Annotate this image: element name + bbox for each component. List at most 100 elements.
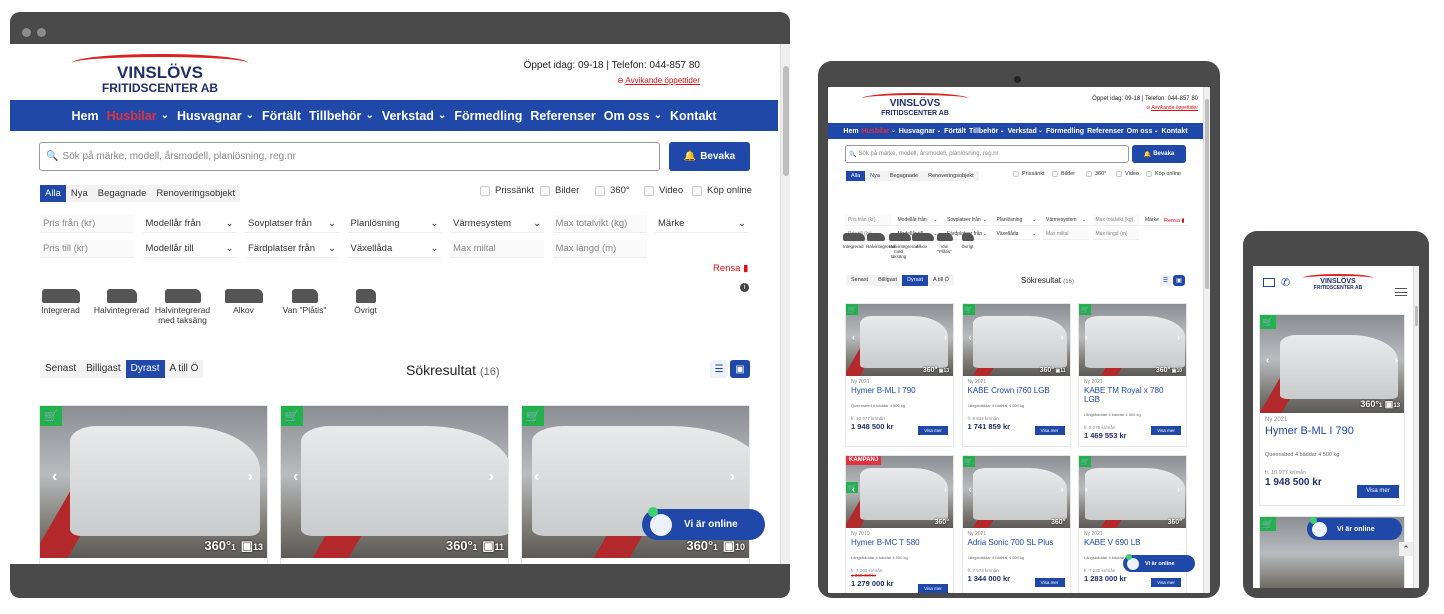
- nav-item-3[interactable]: Förtält: [262, 109, 301, 123]
- tablet-next-arrow[interactable]: ›: [944, 332, 947, 342]
- tablet-nav-item-3[interactable]: Förtält: [944, 128, 966, 135]
- tablet-visa-mer-button[interactable]: Visa mer: [1151, 578, 1181, 587]
- next-arrow[interactable]: ›: [248, 468, 253, 486]
- tablet-next-arrow[interactable]: ›: [1177, 484, 1180, 494]
- filter-0-3[interactable]: Planlösning ⌄: [347, 215, 442, 233]
- condition-tab-3[interactable]: Renoveringsobjekt: [151, 185, 241, 202]
- checkbox[interactable]: [644, 185, 654, 196]
- listing-photo[interactable]: 🛒 ‹ › 360°1 ▣11: [281, 406, 508, 558]
- list-view-button[interactable]: ☰: [710, 360, 728, 378]
- listing-photo[interactable]: 🛒 ‹ › 360°1 ▣13: [40, 406, 267, 558]
- sort-tab-1[interactable]: Billigast: [81, 360, 126, 378]
- filter-0-2[interactable]: Sovplatser från ⌄: [245, 215, 339, 233]
- check-0[interactable]: Prissänkt: [480, 185, 534, 196]
- tablet-nav-item-9[interactable]: Kontakt: [1162, 128, 1188, 135]
- tablet-nav-item-1[interactable]: Husbilar: [862, 128, 890, 135]
- tablet-prev-arrow[interactable]: ‹: [852, 484, 855, 494]
- tablet-filter-0-3[interactable]: Planlösning ⌄: [993, 215, 1040, 226]
- filter-1-1[interactable]: Modellår till ⌄: [142, 240, 237, 258]
- phone-chat-widget[interactable]: Vi är online: [1307, 516, 1402, 540]
- tablet-sort-tab-2[interactable]: Dyrast: [902, 275, 928, 286]
- tablet-checkbox[interactable]: [1052, 171, 1058, 177]
- mail-icon[interactable]: [1263, 278, 1275, 287]
- tablet-filter-1-3[interactable]: Växellåda ⌄: [993, 229, 1040, 240]
- filter-0-0[interactable]: Pris från (kr): [40, 215, 134, 233]
- check-2[interactable]: 360°: [595, 185, 630, 196]
- hamburger-menu-icon[interactable]: [1395, 288, 1407, 296]
- next-arrow[interactable]: ›: [489, 468, 494, 486]
- tablet-checkbox[interactable]: [1146, 171, 1152, 177]
- tablet-nav-item-2[interactable]: Husvagnar: [899, 128, 935, 135]
- tablet-prev-arrow[interactable]: ‹: [969, 484, 972, 494]
- check-4[interactable]: Köp online: [692, 185, 752, 196]
- vehicle-type-1[interactable]: Halvintegrerad: [93, 289, 150, 316]
- tablet-check-1[interactable]: Bilder: [1052, 171, 1075, 177]
- phone-icon[interactable]: ✆: [1281, 276, 1290, 289]
- listing-card[interactable]: 🛒 ‹ › 360°1 ▣11: [280, 405, 509, 564]
- tablet-listing-photo[interactable]: 🛒 ‹ › 360° ▣10: [1079, 304, 1186, 376]
- nav-item-4[interactable]: Tillbehör: [309, 109, 362, 123]
- listing-card[interactable]: 🛒 ‹ › 360°1 ▣10: [521, 405, 750, 564]
- site-logo[interactable]: VINSLÖVS FRITIDSCENTER AB: [72, 54, 252, 94]
- filter-0-4[interactable]: Värmesystem ⌄: [450, 215, 544, 233]
- tablet-filter-1-4[interactable]: Max miltal: [1043, 229, 1089, 240]
- tablet-card-title[interactable]: Hymer B-MC T 580: [851, 538, 948, 547]
- filter-0-5[interactable]: Max totalvikt (kg): [552, 215, 647, 233]
- tablet-listing-photo[interactable]: 🛒 ‹ › 360° ▣13: [846, 304, 953, 376]
- tablet-prev-arrow[interactable]: ‹: [969, 332, 972, 342]
- tablet-listing-photo[interactable]: 🛒 ‹ › 360°: [1079, 456, 1186, 528]
- nav-item-9[interactable]: Kontakt: [670, 109, 717, 123]
- check-1[interactable]: Bilder: [540, 185, 579, 196]
- tablet-card-title[interactable]: KABE V 690 LB: [1084, 538, 1181, 547]
- tablet-prev-arrow[interactable]: ‹: [1085, 332, 1088, 342]
- listing-card[interactable]: 🛒 ‹ › 360°1 ▣13: [39, 405, 268, 564]
- nav-item-5[interactable]: Verkstad: [382, 109, 434, 123]
- tablet-visa-mer-button[interactable]: Visa mer: [1151, 426, 1181, 435]
- tablet-visa-mer-button[interactable]: Visa mer: [1034, 578, 1065, 587]
- tablet-visa-mer-button[interactable]: Visa mer: [918, 426, 948, 435]
- prev-arrow[interactable]: ‹: [52, 468, 57, 486]
- sort-tab-0[interactable]: Senast: [40, 360, 82, 378]
- phone-card-title[interactable]: Hymer B-ML I 790: [1265, 425, 1399, 437]
- tablet-card-title[interactable]: KABE Crown i760 LGB: [968, 386, 1065, 395]
- prev-arrow[interactable]: ‹: [293, 468, 298, 486]
- tablet-vehicle-type-5[interactable]: Övrigt: [958, 233, 977, 249]
- condition-tab-0[interactable]: Alla: [40, 185, 66, 202]
- tablet-nav-item-6[interactable]: Förmedling: [1046, 128, 1084, 135]
- tablet-listing-photo[interactable]: 🛒 KAMPANJ ‹ › 360°: [846, 456, 953, 528]
- tablet-check-2[interactable]: 360°: [1086, 171, 1106, 177]
- tablet-check-4[interactable]: Köp online: [1146, 171, 1181, 177]
- tablet-deviating-link[interactable]: Avvikande öppettider: [1151, 105, 1198, 111]
- phone-listing-card[interactable]: 🛒 ‹ › 360°1 ▣13 Ny 2021 Hymer B-ML I 790…: [1259, 314, 1405, 506]
- phone-next-arrow[interactable]: ›: [1395, 355, 1398, 366]
- filter-1-5[interactable]: Max längd (m): [552, 240, 647, 258]
- tablet-bevaka-button[interactable]: 🔔 Bevaka: [1132, 145, 1186, 163]
- bevaka-button[interactable]: 🔔 Bevaka: [669, 142, 750, 171]
- rensa-button[interactable]: Rensa ▮: [713, 263, 748, 274]
- tablet-vehicle-type-1[interactable]: Halvintegrerad: [866, 233, 895, 249]
- tablet-scrollbar[interactable]: [1203, 87, 1210, 593]
- tablet-visa-mer-button[interactable]: Visa mer: [1034, 426, 1065, 435]
- tablet-nav-item-5[interactable]: Verkstad: [1008, 128, 1037, 135]
- vehicle-type-2[interactable]: Halvintegrerad med taksäng: [154, 289, 211, 326]
- filter-0-1[interactable]: Modellår från ⌄: [142, 215, 237, 233]
- tablet-check-0[interactable]: Prissänkt: [1013, 171, 1045, 177]
- grid-view-button[interactable]: ▣: [730, 360, 750, 378]
- tablet-next-arrow[interactable]: ›: [1061, 484, 1064, 494]
- tablet-filter-0-1[interactable]: Modellår från ⌄: [894, 215, 941, 226]
- tablet-listing-card[interactable]: 🛒 ‹ › 360° ▣13 Ny 2021 Hymer B-ML I 790 Queens…: [845, 303, 954, 447]
- tablet-nav-item-4[interactable]: Tillbehör: [969, 128, 998, 135]
- tablet-sort-tab-3[interactable]: A till Ö: [927, 275, 954, 286]
- tablet-visa-mer-button[interactable]: Visa mer: [918, 584, 948, 593]
- tablet-checkbox[interactable]: [1086, 171, 1092, 177]
- checkbox[interactable]: [540, 185, 550, 196]
- nav-item-0[interactable]: Hem: [71, 109, 98, 123]
- tablet-listing-card[interactable]: 🛒 ‹ › 360° ▣11 Ny 2021 KABE Crown i760 LGB Län…: [961, 303, 1071, 447]
- phone-logo[interactable]: VINSLÖVS FRITIDSCENTER AB: [1303, 274, 1375, 294]
- tablet-chat-widget[interactable]: Vi är online: [1123, 553, 1195, 572]
- tablet-sort-tab-0[interactable]: Senast: [846, 275, 874, 286]
- prev-arrow[interactable]: ‹: [534, 468, 539, 486]
- tablet-nav-item-7[interactable]: Referenser: [1087, 128, 1124, 135]
- tablet-prev-arrow[interactable]: ‹: [1085, 484, 1088, 494]
- tablet-vehicle-type-4[interactable]: Van "Plåtis": [935, 233, 954, 254]
